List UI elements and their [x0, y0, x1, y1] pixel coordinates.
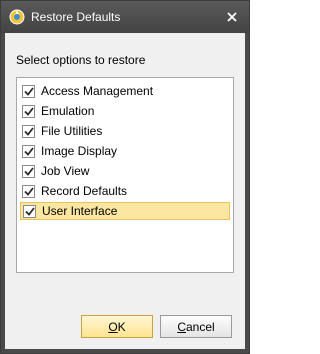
dialog-body: Select options to restore Access Managem…: [5, 33, 245, 349]
checkmark-icon: [23, 126, 34, 136]
checkbox[interactable]: [22, 104, 35, 118]
checkbox[interactable]: [22, 184, 35, 198]
ok-button[interactable]: OK: [81, 315, 153, 338]
title-bar[interactable]: Restore Defaults: [1, 1, 249, 33]
option-label: Image Display: [41, 144, 118, 158]
option-access-management[interactable]: Access Management: [20, 82, 230, 100]
option-emulation[interactable]: Emulation: [20, 102, 230, 120]
checkmark-icon: [23, 166, 34, 176]
checkbox[interactable]: [22, 84, 35, 98]
restore-defaults-dialog: Restore Defaults Select options to resto…: [0, 0, 250, 354]
restore-app-icon: [9, 9, 25, 25]
option-record-defaults[interactable]: Record Defaults: [20, 182, 230, 200]
checkbox[interactable]: [23, 204, 36, 218]
option-label: Emulation: [41, 104, 95, 118]
option-image-display[interactable]: Image Display: [20, 142, 230, 160]
checkmark-icon: [23, 106, 34, 116]
checkbox[interactable]: [22, 124, 35, 138]
cancel-label-rest: ancel: [185, 319, 215, 334]
option-label: User Interface: [42, 204, 118, 218]
option-user-interface[interactable]: User Interface: [20, 202, 230, 220]
option-job-view[interactable]: Job View: [20, 162, 230, 180]
options-list: Access Management Emulation File Utiliti…: [16, 77, 234, 273]
checkbox[interactable]: [22, 144, 35, 158]
option-label: Access Management: [41, 84, 154, 98]
cancel-button[interactable]: Cancel: [160, 315, 232, 338]
checkmark-icon: [23, 146, 34, 156]
instruction-label: Select options to restore: [16, 53, 146, 67]
option-file-utilities[interactable]: File Utilities: [20, 122, 230, 140]
checkmark-icon: [23, 186, 34, 196]
close-button[interactable]: [222, 7, 242, 27]
ok-label-rest: K: [117, 319, 126, 334]
window-title: Restore Defaults: [31, 10, 121, 24]
checkmark-icon: [23, 86, 34, 96]
cancel-mnemonic: C: [177, 319, 186, 334]
option-label: File Utilities: [41, 124, 103, 138]
option-label: Record Defaults: [41, 184, 128, 198]
option-label: Job View: [41, 164, 90, 178]
close-icon: [227, 12, 237, 22]
ok-mnemonic: O: [108, 319, 118, 334]
checkmark-icon: [24, 206, 35, 216]
checkbox[interactable]: [22, 164, 35, 178]
